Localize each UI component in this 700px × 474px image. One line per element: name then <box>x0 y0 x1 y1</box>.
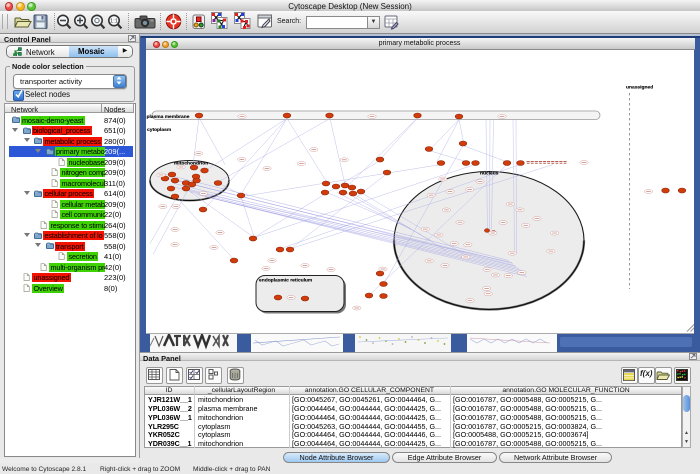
svg-text:nucleus: nucleus <box>480 170 499 176</box>
svg-text:endoplasmic reticulum: endoplasmic reticulum <box>259 277 313 283</box>
svg-text:1:1: 1:1 <box>110 19 118 25</box>
svg-text:unassigned: unassigned <box>626 84 653 90</box>
svg-text:cytoplasm: cytoplasm <box>147 127 172 133</box>
svg-text:mitochondrion: mitochondrion <box>174 160 208 166</box>
svg-text:plasma membrane: plasma membrane <box>147 113 190 119</box>
